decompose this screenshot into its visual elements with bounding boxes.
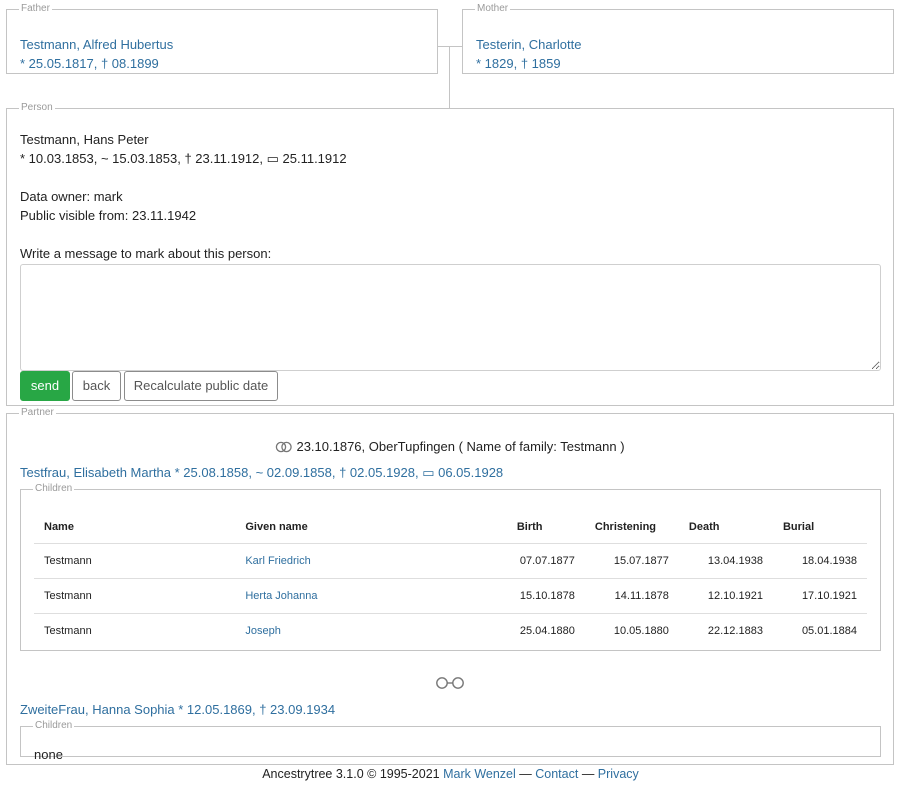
child-given-name-link[interactable]: Herta Johanna xyxy=(245,590,317,602)
father-dates-link[interactable]: * 25.05.1817, † 08.1899 xyxy=(20,54,159,73)
footer-separator: — xyxy=(578,767,598,781)
partnership-separator-icon xyxy=(436,677,464,689)
children-legend: Children xyxy=(35,720,73,731)
child-birth: 15.10.1878 xyxy=(490,578,585,614)
column-header-birth: Birth xyxy=(490,512,585,544)
child-birth: 07.07.1877 xyxy=(490,543,585,579)
wedding-rings-icon xyxy=(276,441,293,453)
connector-line xyxy=(438,46,462,47)
table-row: Testmann Karl Friedrich 07.07.1877 15.07… xyxy=(34,543,867,579)
child-birth: 25.04.1880 xyxy=(519,624,575,637)
send-button[interactable]: send xyxy=(20,371,70,401)
child-christening: 10.05.1880 xyxy=(613,624,669,637)
mother-dates-link[interactable]: * 1829, † 1859 xyxy=(476,54,561,73)
father-box: Father Testmann, Alfred Hubertus * 25.05… xyxy=(6,4,438,74)
person-dates: * 10.03.1853, ~ 15.03.1853, † 23.11.1912… xyxy=(20,151,347,166)
table-row: Testmann Herta Johanna 15.10.1878 14.11.… xyxy=(34,578,867,614)
child-death: 22.12.1883 xyxy=(707,624,763,637)
mother-name-link[interactable]: Testerin, Charlotte xyxy=(476,35,582,54)
child-death: 13.04.1938 xyxy=(678,543,773,579)
table-row: Testmann Joseph 25.04.1880 10.05.1880 22… xyxy=(34,613,867,648)
recalculate-public-date-button[interactable]: Recalculate public date xyxy=(124,371,278,401)
children-box: Children none xyxy=(20,720,881,762)
partner-name-link[interactable]: Testfrau, Elisabeth Martha * 25.08.1858,… xyxy=(20,463,503,482)
mother-legend: Mother xyxy=(477,3,509,14)
partner-legend: Partner xyxy=(21,407,54,418)
child-christening: 15.07.1877 xyxy=(584,543,679,579)
column-header-christening: Christening xyxy=(584,512,679,544)
data-owner: Data owner: mark xyxy=(20,189,123,204)
child-burial: 18.04.1938 xyxy=(772,543,867,579)
contact-link[interactable]: Contact xyxy=(535,767,578,781)
footer: Ancestrytree 3.1.0 © 1995-2021 Mark Wenz… xyxy=(0,765,901,784)
column-header-name: Name xyxy=(34,512,236,544)
back-button[interactable]: back xyxy=(72,371,121,401)
footer-separator: — xyxy=(515,767,536,781)
public-visible-from: Public visible from: 23.11.1942 xyxy=(20,208,197,223)
child-given-name-link[interactable]: Karl Friedrich xyxy=(245,555,310,567)
column-header-burial: Burial xyxy=(772,512,867,544)
child-surname: Testmann xyxy=(44,624,92,637)
marriage-info: 23.10.1876, OberTupfingen ( Name of fami… xyxy=(7,437,893,456)
child-christening: 14.11.1878 xyxy=(584,578,679,614)
children-table: Name Given name Birth Christening Death … xyxy=(34,512,867,648)
privacy-link[interactable]: Privacy xyxy=(598,767,639,781)
child-burial: 17.10.1921 xyxy=(772,578,867,614)
column-header-given-name: Given name xyxy=(235,512,491,544)
child-burial: 05.01.1884 xyxy=(801,624,857,637)
father-name-link[interactable]: Testmann, Alfred Hubertus xyxy=(20,35,173,54)
table-header-row: Name Given name Birth Christening Death … xyxy=(34,512,867,544)
child-given-name-link[interactable]: Joseph xyxy=(245,625,280,637)
partner-box: Partner 23.10.1876, OberTupfingen ( Name… xyxy=(6,408,894,765)
marriage-text: 23.10.1876, OberTupfingen ( Name of fami… xyxy=(296,439,625,454)
children-legend: Children xyxy=(35,483,73,494)
person-box: Person Testmann, Hans Peter * 10.03.1853… xyxy=(6,103,894,406)
connector-line xyxy=(449,46,450,108)
no-children-text: none xyxy=(34,747,63,762)
father-legend: Father xyxy=(21,3,50,14)
child-surname: Testmann xyxy=(34,543,236,579)
mother-box: Mother Testerin, Charlotte * 1829, † 185… xyxy=(462,4,894,74)
message-label: Write a message to mark about this perso… xyxy=(20,246,272,261)
partner-name-link[interactable]: ZweiteFrau, Hanna Sophia * 12.05.1869, †… xyxy=(20,700,335,719)
column-header-death: Death xyxy=(678,512,773,544)
person-name: Testmann, Hans Peter xyxy=(20,132,149,147)
children-box: Children Name Given name Birth Christeni… xyxy=(20,484,881,651)
child-surname: Testmann xyxy=(34,578,236,614)
author-link[interactable]: Mark Wenzel xyxy=(443,767,516,781)
footer-copyright: Ancestrytree 3.1.0 © 1995-2021 xyxy=(262,767,440,781)
person-legend: Person xyxy=(21,102,53,113)
message-textarea[interactable] xyxy=(20,264,881,371)
child-death: 12.10.1921 xyxy=(678,578,773,614)
